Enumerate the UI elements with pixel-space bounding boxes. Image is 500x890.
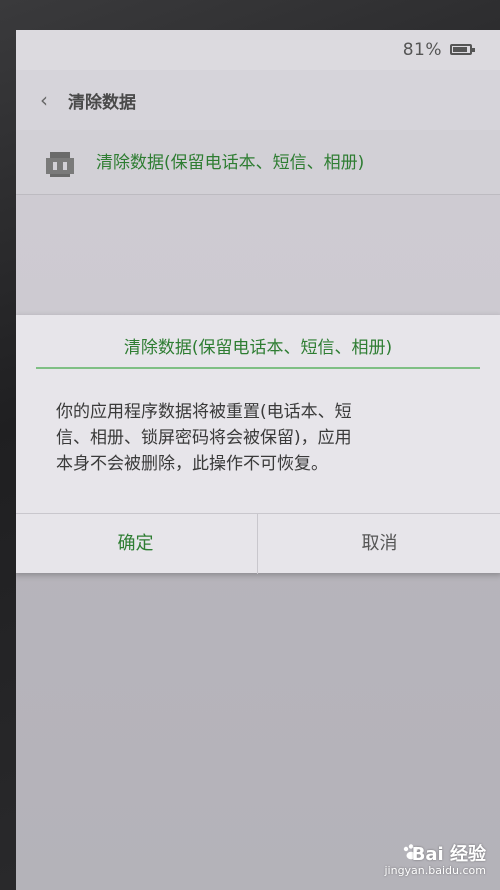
- clear-data-option[interactable]: 清除数据(保留电话本、短信、相册): [16, 130, 500, 195]
- battery-percent: 81%: [402, 40, 442, 60]
- dialog-button-row: 确定 取消: [16, 513, 500, 574]
- app-header: ‹ 清除数据: [16, 70, 500, 131]
- phone-screen: 81% ‹ 清除数据 清除数据(保留电话本、短信、相册) 清除数据(保留电话本、…: [16, 30, 500, 890]
- back-arrow-icon[interactable]: ‹: [40, 90, 54, 110]
- dialog-message-line: 本身不会被删除，此操作不可恢复。: [56, 454, 328, 474]
- cancel-button[interactable]: 取消: [258, 514, 500, 574]
- dialog-title-divider: [36, 367, 480, 369]
- battery-icon: [450, 44, 475, 55]
- dialog-message: 你的应用程序数据将被重置(电话本、短 信、相册、锁屏密码将会被保留)，应用 本身…: [56, 399, 466, 477]
- dialog-message-line: 你的应用程序数据将被重置(电话本、短: [56, 402, 352, 422]
- watermark-brand: Bai 经验: [411, 844, 486, 865]
- clear-data-option-label: 清除数据(保留电话本、短信、相册): [96, 153, 365, 173]
- dialog-title: 清除数据(保留电话本、短信、相册): [123, 338, 393, 358]
- watermark-url: jingyan.baidu.com: [384, 864, 486, 877]
- confirm-dialog: 清除数据(保留电话本、短信、相册) 你的应用程序数据将被重置(电话本、短 信、相…: [16, 315, 500, 574]
- clear-data-icon: [46, 152, 74, 177]
- dialog-message-line: 信、相册、锁屏密码将会被保留)，应用: [56, 428, 352, 448]
- watermark: Bai 经验 jingyan.baidu.com: [336, 840, 486, 880]
- status-bar: 81%: [16, 30, 500, 70]
- page-title: 清除数据: [68, 93, 136, 113]
- confirm-button[interactable]: 确定: [16, 514, 258, 574]
